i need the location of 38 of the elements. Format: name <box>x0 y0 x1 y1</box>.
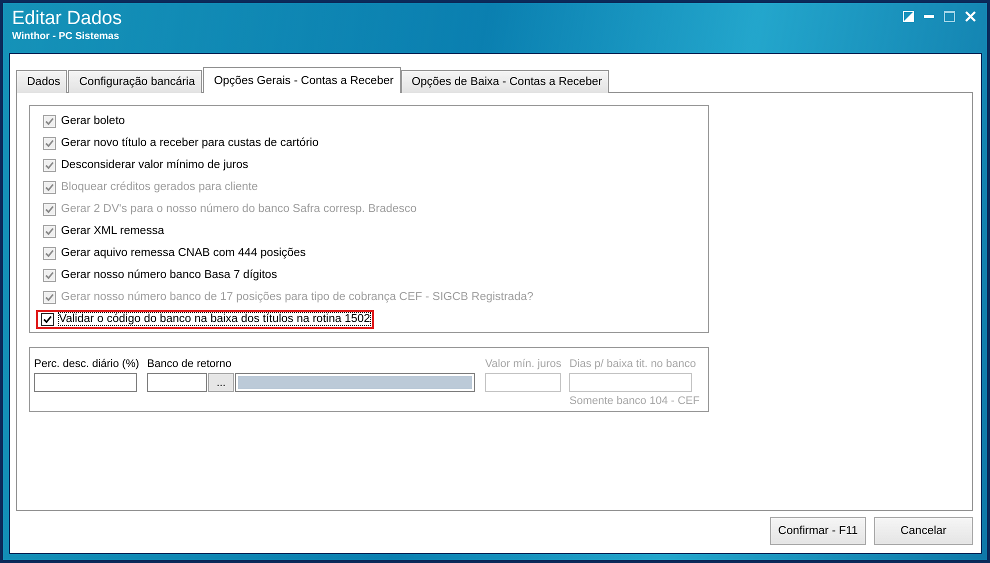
cancel-button[interactable]: Cancelar <box>874 517 973 545</box>
window-title: Editar Dados <box>12 7 122 31</box>
option-label: Bloquear créditos gerados para cliente <box>61 181 258 193</box>
option-label: Gerar novo título a receber para custas de cartório <box>61 137 319 149</box>
tab[interactable]: Configuração bancária <box>68 70 202 93</box>
checkbox[interactable] <box>43 158 56 172</box>
option-label: Gerar XML remessa <box>61 225 164 237</box>
field-label: Valor mín. juros <box>485 358 562 370</box>
field-label: Dias p/ baixa tit. no banco <box>569 358 697 370</box>
restore-icon[interactable] <box>903 11 914 22</box>
option-label: Gerar 2 DV's para o nosso número do banco Safra corresp. Bradesco <box>61 203 417 215</box>
option-label: Gerar aquivo remessa CNAB com 444 posições <box>61 247 306 259</box>
field-label: Perc. desc. diário (%) <box>34 358 140 370</box>
option-label: Gerar nosso número banco Basa 7 dígitos <box>61 269 278 281</box>
lookup-button[interactable]: ... <box>208 373 234 392</box>
option-label: Gerar nosso número banco de 17 posições para tipo de cobrança CEF - SIGCB Registrada? <box>61 291 534 303</box>
tab[interactable]: Opções Gerais - Contas a Receber <box>202 67 401 93</box>
checkbox[interactable] <box>43 136 56 150</box>
tab[interactable]: Opções de Baixa - Contas a Receber <box>400 70 610 93</box>
field-label: Banco de retorno <box>147 358 233 370</box>
checkbox[interactable] <box>43 114 56 128</box>
window-subtitle: Winthor - PC Sistemas <box>12 31 120 42</box>
checkbox[interactable] <box>43 224 56 238</box>
input-field[interactable] <box>147 373 208 392</box>
input-field[interactable] <box>485 373 562 392</box>
input-field[interactable] <box>569 373 692 392</box>
checkbox[interactable] <box>43 246 56 260</box>
confirm-button[interactable]: Confirmar - F11 <box>770 517 866 545</box>
tab[interactable]: Dados <box>16 70 68 93</box>
checkbox[interactable] <box>41 312 54 326</box>
input-field[interactable] <box>34 373 137 392</box>
option-label: Gerar boleto <box>61 115 125 127</box>
checkbox[interactable] <box>43 268 56 282</box>
option-label: Validar o código do banco na baixa dos títulos na rotina 1502 <box>59 313 370 325</box>
maximize-icon[interactable] <box>944 11 955 22</box>
field-note: Somente banco 104 - CEF <box>569 395 700 407</box>
close-icon[interactable] <box>965 11 976 22</box>
option-label: Desconsiderar valor mínimo de juros <box>61 159 248 171</box>
